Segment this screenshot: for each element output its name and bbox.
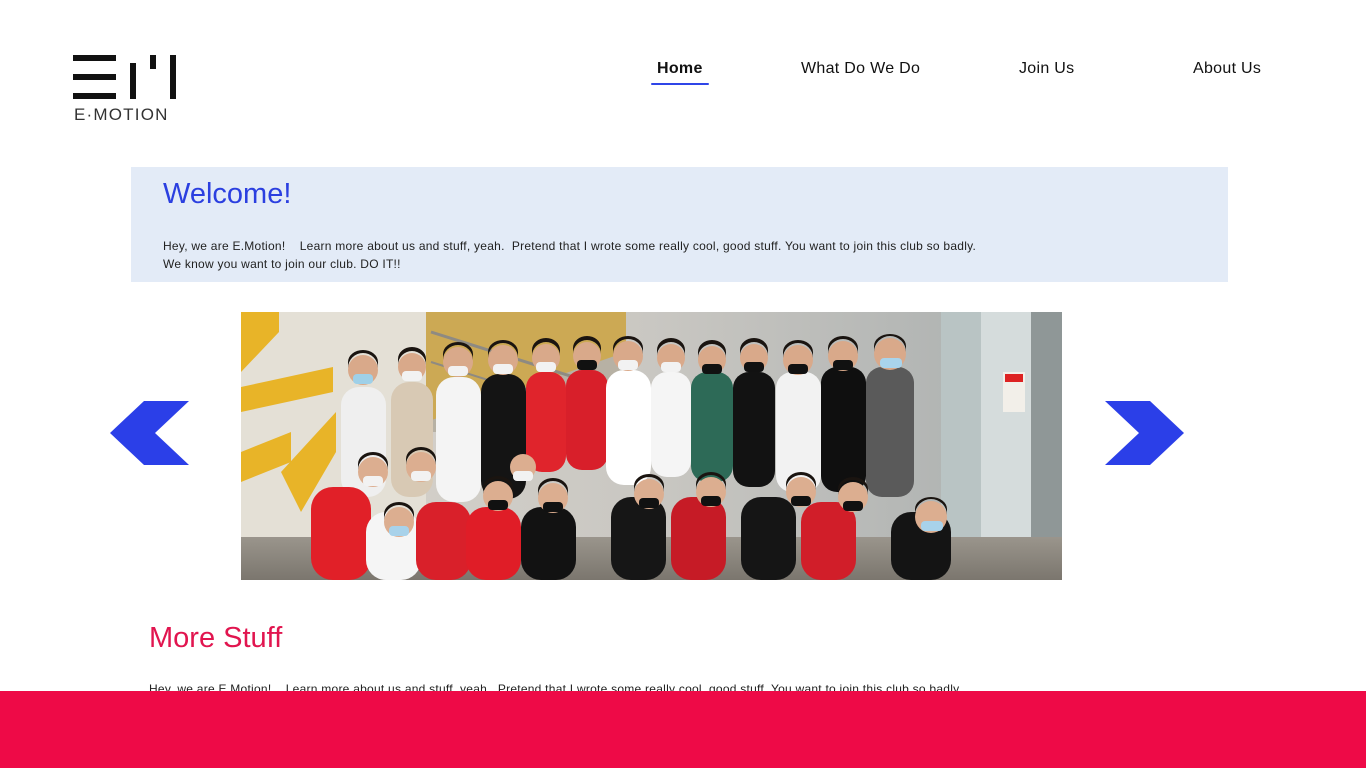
welcome-title: Welcome! [163, 178, 292, 210]
footer-band [0, 691, 1366, 768]
site-logo[interactable]: E·MOTION [73, 54, 183, 126]
em-logo-mark-icon [73, 55, 176, 99]
nav-join-us[interactable]: Join Us [1019, 60, 1074, 78]
nav-home[interactable]: Home [657, 60, 703, 78]
carousel-next-button[interactable] [1104, 401, 1184, 465]
group-photo-image [241, 312, 1062, 580]
carousel-prev-button[interactable] [110, 401, 190, 465]
nav-what-do-we-do[interactable]: What Do We Do [801, 60, 920, 78]
welcome-text-line-1: Hey, we are E.Motion! Learn more about u… [163, 239, 977, 253]
welcome-text-line-2: We know you want to join our club. DO IT… [163, 257, 401, 271]
group-photo [241, 312, 1062, 580]
welcome-section: Welcome! Hey, we are E.Motion! Learn mor… [131, 167, 1228, 282]
chevron-left-icon [110, 401, 189, 465]
nav-about-us[interactable]: About Us [1193, 60, 1261, 78]
welcome-text: Hey, we are E.Motion! Learn more about u… [163, 237, 1163, 273]
nav-active-indicator [651, 83, 709, 85]
more-stuff-title: More Stuff [149, 622, 283, 654]
chevron-right-icon [1105, 401, 1184, 465]
logo-wordmark: E·MOTION [74, 105, 169, 124]
